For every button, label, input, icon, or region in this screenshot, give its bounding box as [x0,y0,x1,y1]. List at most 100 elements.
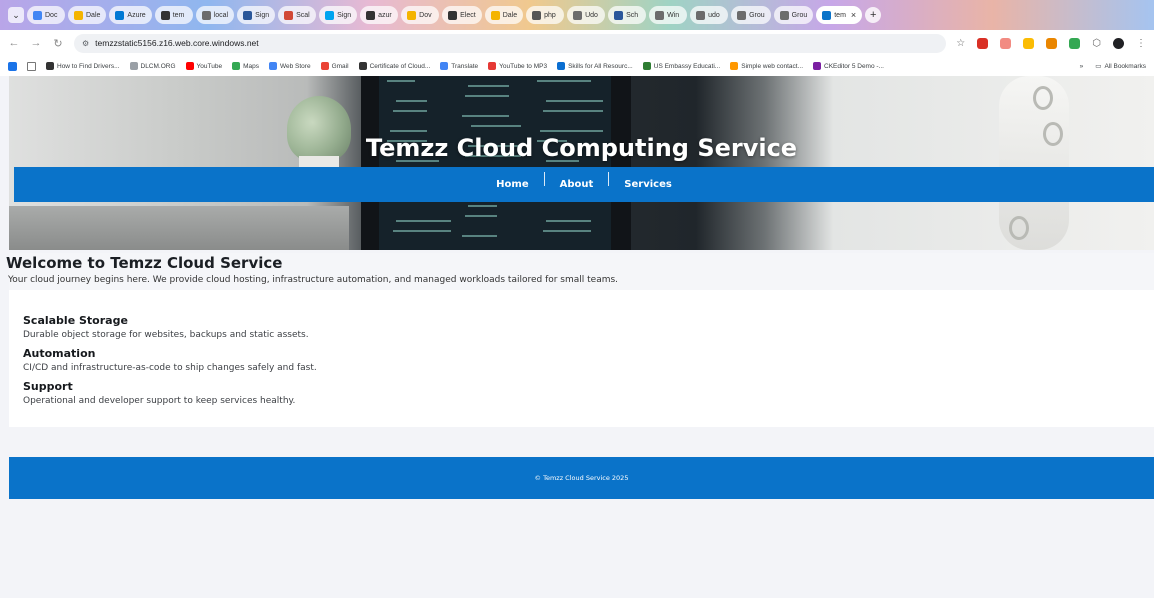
all-bookmarks-folder[interactable]: ▭ All Bookmarks [1095,62,1146,71]
lamp-ring [1033,86,1053,110]
feature-item: Scalable Storage Durable object storage … [23,314,309,340]
bookmark-favicon-icon [488,62,497,70]
forward-icon[interactable]: → [30,37,42,49]
tab-search-icon[interactable]: ⌄ [8,7,24,23]
site-footer: © Temzz Cloud Service 2025 [9,457,1154,499]
tab-label: tem [172,11,185,19]
bookmark-favicon-icon [358,62,367,70]
bookmark-item[interactable]: US Embassy Educati... [642,62,721,70]
browser-tab[interactable]: azur [360,6,399,24]
monitor-image [361,76,631,250]
bookmark-label: Translate [451,62,479,70]
address-text: temzzstatic5156.z16.web.core.windows.net [95,38,259,48]
code-line [546,220,591,222]
bookmark-label: Simple web contact... [741,62,804,70]
browser-tab[interactable]: Dov [401,6,440,24]
nav-services[interactable]: Services [609,179,687,190]
welcome-section: Welcome to Temzz Cloud Service Your clou… [6,253,1154,290]
browser-tab[interactable]: Udo [567,6,606,24]
bookmark-label: US Embassy Educati... [653,62,721,70]
reload-icon[interactable]: ↻ [52,37,64,50]
bookmarks-bar: How to Find Drivers... DLCM.ORG YouTube Map… [0,56,1154,76]
browser-tab[interactable]: Grou [773,6,814,24]
tab-label: Grou [749,11,765,19]
feature-title: Automation [23,347,96,360]
nav-about[interactable]: About [545,179,609,190]
bookmark-favicon-icon [129,62,138,70]
extension-icon[interactable] [1069,37,1081,49]
nav-home[interactable]: Home [481,179,543,190]
code-line [546,100,603,102]
browser-tab[interactable]: udo [690,6,729,24]
bookmark-label: How to Find Drivers... [57,62,120,70]
browser-tab[interactable]: php [526,6,565,24]
bookmark-item[interactable]: Web Store [268,62,311,70]
code-line [465,95,509,97]
bookmark-item[interactable]: Gmail [320,62,349,70]
welcome-title: Welcome to Temzz Cloud Service [6,254,283,272]
tab-favicon-icon [614,10,624,20]
bookmark-item[interactable]: Certificate of Cloud... [358,62,430,70]
address-bar[interactable]: ⚙ temzzstatic5156.z16.web.core.windows.n… [74,33,947,53]
browser-tab[interactable]: Azure [109,6,152,24]
apps-icon[interactable] [8,61,17,71]
bookmark-item[interactable]: How to Find Drivers... [46,62,120,70]
feature-text: CI/CD and infrastructure-as-code to ship… [23,363,317,373]
back-icon[interactable]: ← [8,37,20,49]
bookmark-item[interactable]: CKEditor 5 Demo -... [813,62,884,70]
active-browser-tab[interactable]: tem × [816,6,863,24]
tab-label: Scal [296,11,310,19]
tab-label: Dale [86,11,101,19]
bookmark-label: CKEditor 5 Demo -... [824,62,884,70]
web-page: Temzz Cloud Computing Service Home About… [6,76,1154,598]
bookmark-item[interactable]: Translate [440,62,478,70]
tab-label: Win [667,11,680,19]
browser-tab[interactable]: Doc [27,6,65,24]
grid-icon[interactable] [27,61,36,71]
profile-avatar-icon[interactable] [1113,37,1124,49]
tab-favicon-icon [822,10,832,20]
feature-item: Automation CI/CD and infrastructure-as-c… [23,347,317,373]
bookmark-favicon-icon [185,62,194,70]
bookmark-item[interactable]: YouTube [185,62,222,70]
extension-icon[interactable] [1023,37,1035,49]
browser-tab[interactable]: tem [154,6,193,24]
browser-tab[interactable]: Win [649,6,688,24]
tab-label: php [544,11,556,19]
browser-tab[interactable]: Dale [484,6,524,24]
browser-tab[interactable]: Sign [319,6,358,24]
browser-tab[interactable]: Sch [608,6,647,24]
close-tab-icon[interactable]: × [851,10,856,20]
bookmark-star-icon[interactable]: ☆ [956,38,965,49]
more-bookmarks-icon[interactable]: » [1080,63,1084,70]
new-tab-button[interactable]: + [865,7,882,23]
browser-tab[interactable]: Scal [278,6,317,24]
bookmark-label: YouTube to MP3 [499,62,548,70]
browser-tab[interactable]: Dale [68,6,107,24]
bookmark-item[interactable]: Skills for All Resourc... [557,62,633,70]
tab-favicon-icon [490,10,500,20]
tab-label: Grou [791,11,808,19]
extension-icon[interactable] [1000,37,1012,49]
kebab-menu-icon[interactable]: ⋮ [1136,38,1146,49]
tab-favicon-icon [737,10,747,20]
puzzle-icon[interactable]: ⬡ [1092,38,1101,49]
browser-tab[interactable]: local [195,6,235,24]
bookmark-item[interactable]: YouTube to MP3 [488,62,547,70]
code-line [540,130,603,132]
extension-icon[interactable] [1046,37,1058,49]
tab-label: Dale [502,11,518,19]
extension-icon[interactable] [977,37,989,49]
bookmark-item[interactable]: Maps [232,62,259,70]
welcome-text: Your cloud journey begins here. We provi… [8,275,619,285]
code-line [387,80,415,82]
browser-tab[interactable]: Grou [731,6,771,24]
bookmark-label: Maps [243,62,259,70]
bookmark-item[interactable]: Simple web contact... [730,62,803,70]
bookmark-item[interactable]: DLCM.ORG [129,62,176,70]
site-info-icon[interactable]: ⚙ [82,39,89,48]
browser-tab[interactable]: Sign [237,6,276,24]
tab-label: Sign [255,11,270,19]
browser-tab[interactable]: Elect [442,6,482,24]
tab-favicon-icon [74,10,83,20]
